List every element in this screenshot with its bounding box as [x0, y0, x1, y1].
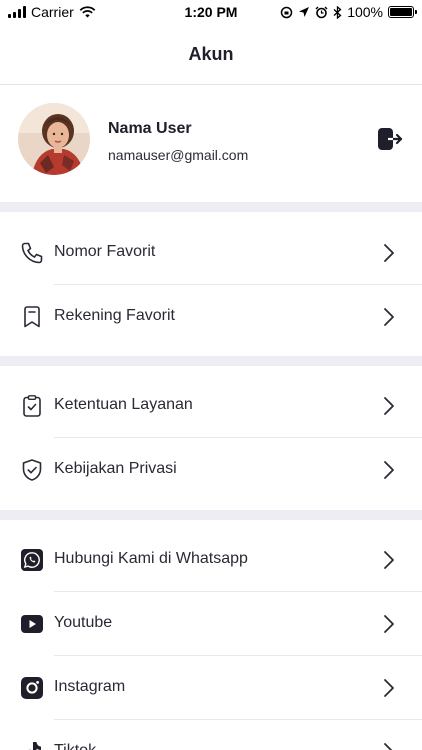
- user-name: Nama User: [108, 120, 192, 137]
- battery-percent: 100%: [347, 4, 383, 20]
- whatsapp-icon: [21, 549, 43, 571]
- menu-item-kebijakan-privasi[interactable]: Kebijakan Privasi: [0, 438, 422, 502]
- shield-check-icon: [22, 459, 42, 481]
- user-email: namauser@gmail.com: [108, 147, 249, 163]
- youtube-icon: [21, 615, 43, 633]
- bluetooth-icon: [333, 5, 342, 19]
- menu-item-label: Ketentuan Layanan: [54, 396, 193, 413]
- menu-item-whatsapp[interactable]: Hubungi Kami di Whatsapp: [0, 528, 422, 592]
- alarm-icon: [315, 6, 328, 18]
- chevron-right-icon: [384, 244, 394, 262]
- logout-button[interactable]: [376, 125, 404, 153]
- menu-item-label: Kebijakan Privasi: [54, 460, 177, 477]
- menu-item-tiktok[interactable]: Tiktok: [0, 720, 422, 750]
- menu-item-rekening-favorit[interactable]: Rekening Favorit: [0, 285, 422, 349]
- chevron-right-icon: [384, 615, 394, 633]
- menu-item-label: Youtube: [54, 614, 113, 631]
- tiktok-icon: [28, 742, 41, 750]
- chevron-right-icon: [384, 461, 394, 479]
- menu-item-label: Nomor Favorit: [54, 243, 156, 260]
- menu-item-youtube[interactable]: Youtube: [0, 592, 422, 656]
- menu-item-label: Instagram: [54, 678, 126, 695]
- status-bar: Carrier 1:20 PM 100%: [0, 0, 422, 24]
- menu-item-label: Rekening Favorit: [54, 307, 175, 324]
- page-title: Akun: [188, 44, 234, 64]
- menu-item-label: Tiktok: [54, 742, 96, 750]
- menu-item-instagram[interactable]: Instagram: [0, 656, 422, 720]
- chevron-right-icon: [384, 308, 394, 326]
- chevron-right-icon: [384, 743, 393, 750]
- clipboard-check-icon: [23, 395, 41, 417]
- section-separator: [0, 356, 422, 366]
- logout-icon: [378, 128, 403, 150]
- instagram-icon: [21, 677, 43, 699]
- location-icon: [299, 7, 310, 17]
- orientation-lock-icon: [280, 6, 293, 18]
- profile-card: Nama User namauser@gmail.com: [0, 85, 422, 202]
- menu-item-label: Hubungi Kami di Whatsapp: [54, 550, 248, 567]
- chevron-right-icon: [384, 397, 394, 415]
- chevron-right-icon: [384, 551, 394, 569]
- bookmark-icon: [24, 306, 40, 328]
- menu-item-nomor-favorit[interactable]: Nomor Favorit: [0, 221, 422, 285]
- status-right: 100%: [280, 4, 417, 20]
- battery-icon: [388, 6, 417, 18]
- avatar[interactable]: [18, 103, 90, 175]
- menu-item-ketentuan-layanan[interactable]: Ketentuan Layanan: [0, 374, 422, 438]
- chevron-right-icon: [384, 679, 394, 697]
- section-separator: [0, 202, 422, 212]
- section-separator: [0, 510, 422, 520]
- phone-icon: [21, 242, 43, 264]
